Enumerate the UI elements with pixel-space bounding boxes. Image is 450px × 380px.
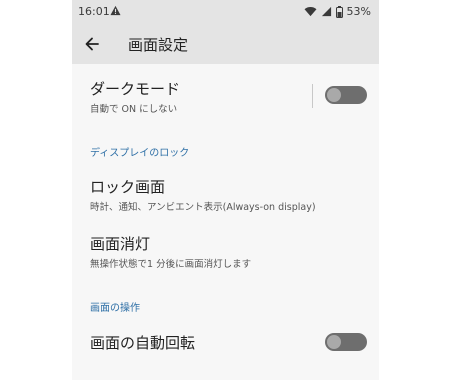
app-bar: 画面設定 <box>72 24 379 64</box>
phone-screen: 16:01 53% 画面設定 ダークモード 自動で ON にしない ディスプレイ… <box>72 0 379 380</box>
lock-screen-title: ロック画面 <box>90 178 166 196</box>
toggle-knob <box>327 88 341 102</box>
lock-screen-setting[interactable]: ロック画面 時計、通知、アンビエント表示(Always-on display) <box>90 176 379 213</box>
screen-off-subtitle: 無操作状態で1 分後に画面消灯します <box>90 259 252 270</box>
toggle-divider <box>312 84 313 108</box>
back-arrow-icon[interactable] <box>82 34 102 54</box>
lock-screen-subtitle: 時計、通知、アンビエント表示(Always-on display) <box>90 202 316 213</box>
signal-icon <box>321 6 331 17</box>
battery-icon <box>335 5 343 18</box>
warning-icon <box>110 5 121 16</box>
status-time: 16:01 <box>78 5 110 18</box>
page-title: 画面設定 <box>128 36 189 54</box>
dark-mode-toggle[interactable] <box>325 86 367 104</box>
screen-off-title: 画面消灯 <box>90 235 151 253</box>
battery-percent: 53% <box>346 5 371 18</box>
status-bar: 16:01 53% <box>72 0 379 24</box>
section-header-screen-operation: 画面の操作 <box>90 303 140 314</box>
section-header-display-lock: ディスプレイのロック <box>90 148 190 159</box>
wifi-icon <box>304 7 317 17</box>
status-icons: 53% <box>304 5 371 18</box>
auto-rotate-toggle[interactable] <box>325 333 367 351</box>
screen-off-setting[interactable]: 画面消灯 無操作状態で1 分後に画面消灯します <box>90 233 379 270</box>
toggle-knob <box>327 335 341 349</box>
